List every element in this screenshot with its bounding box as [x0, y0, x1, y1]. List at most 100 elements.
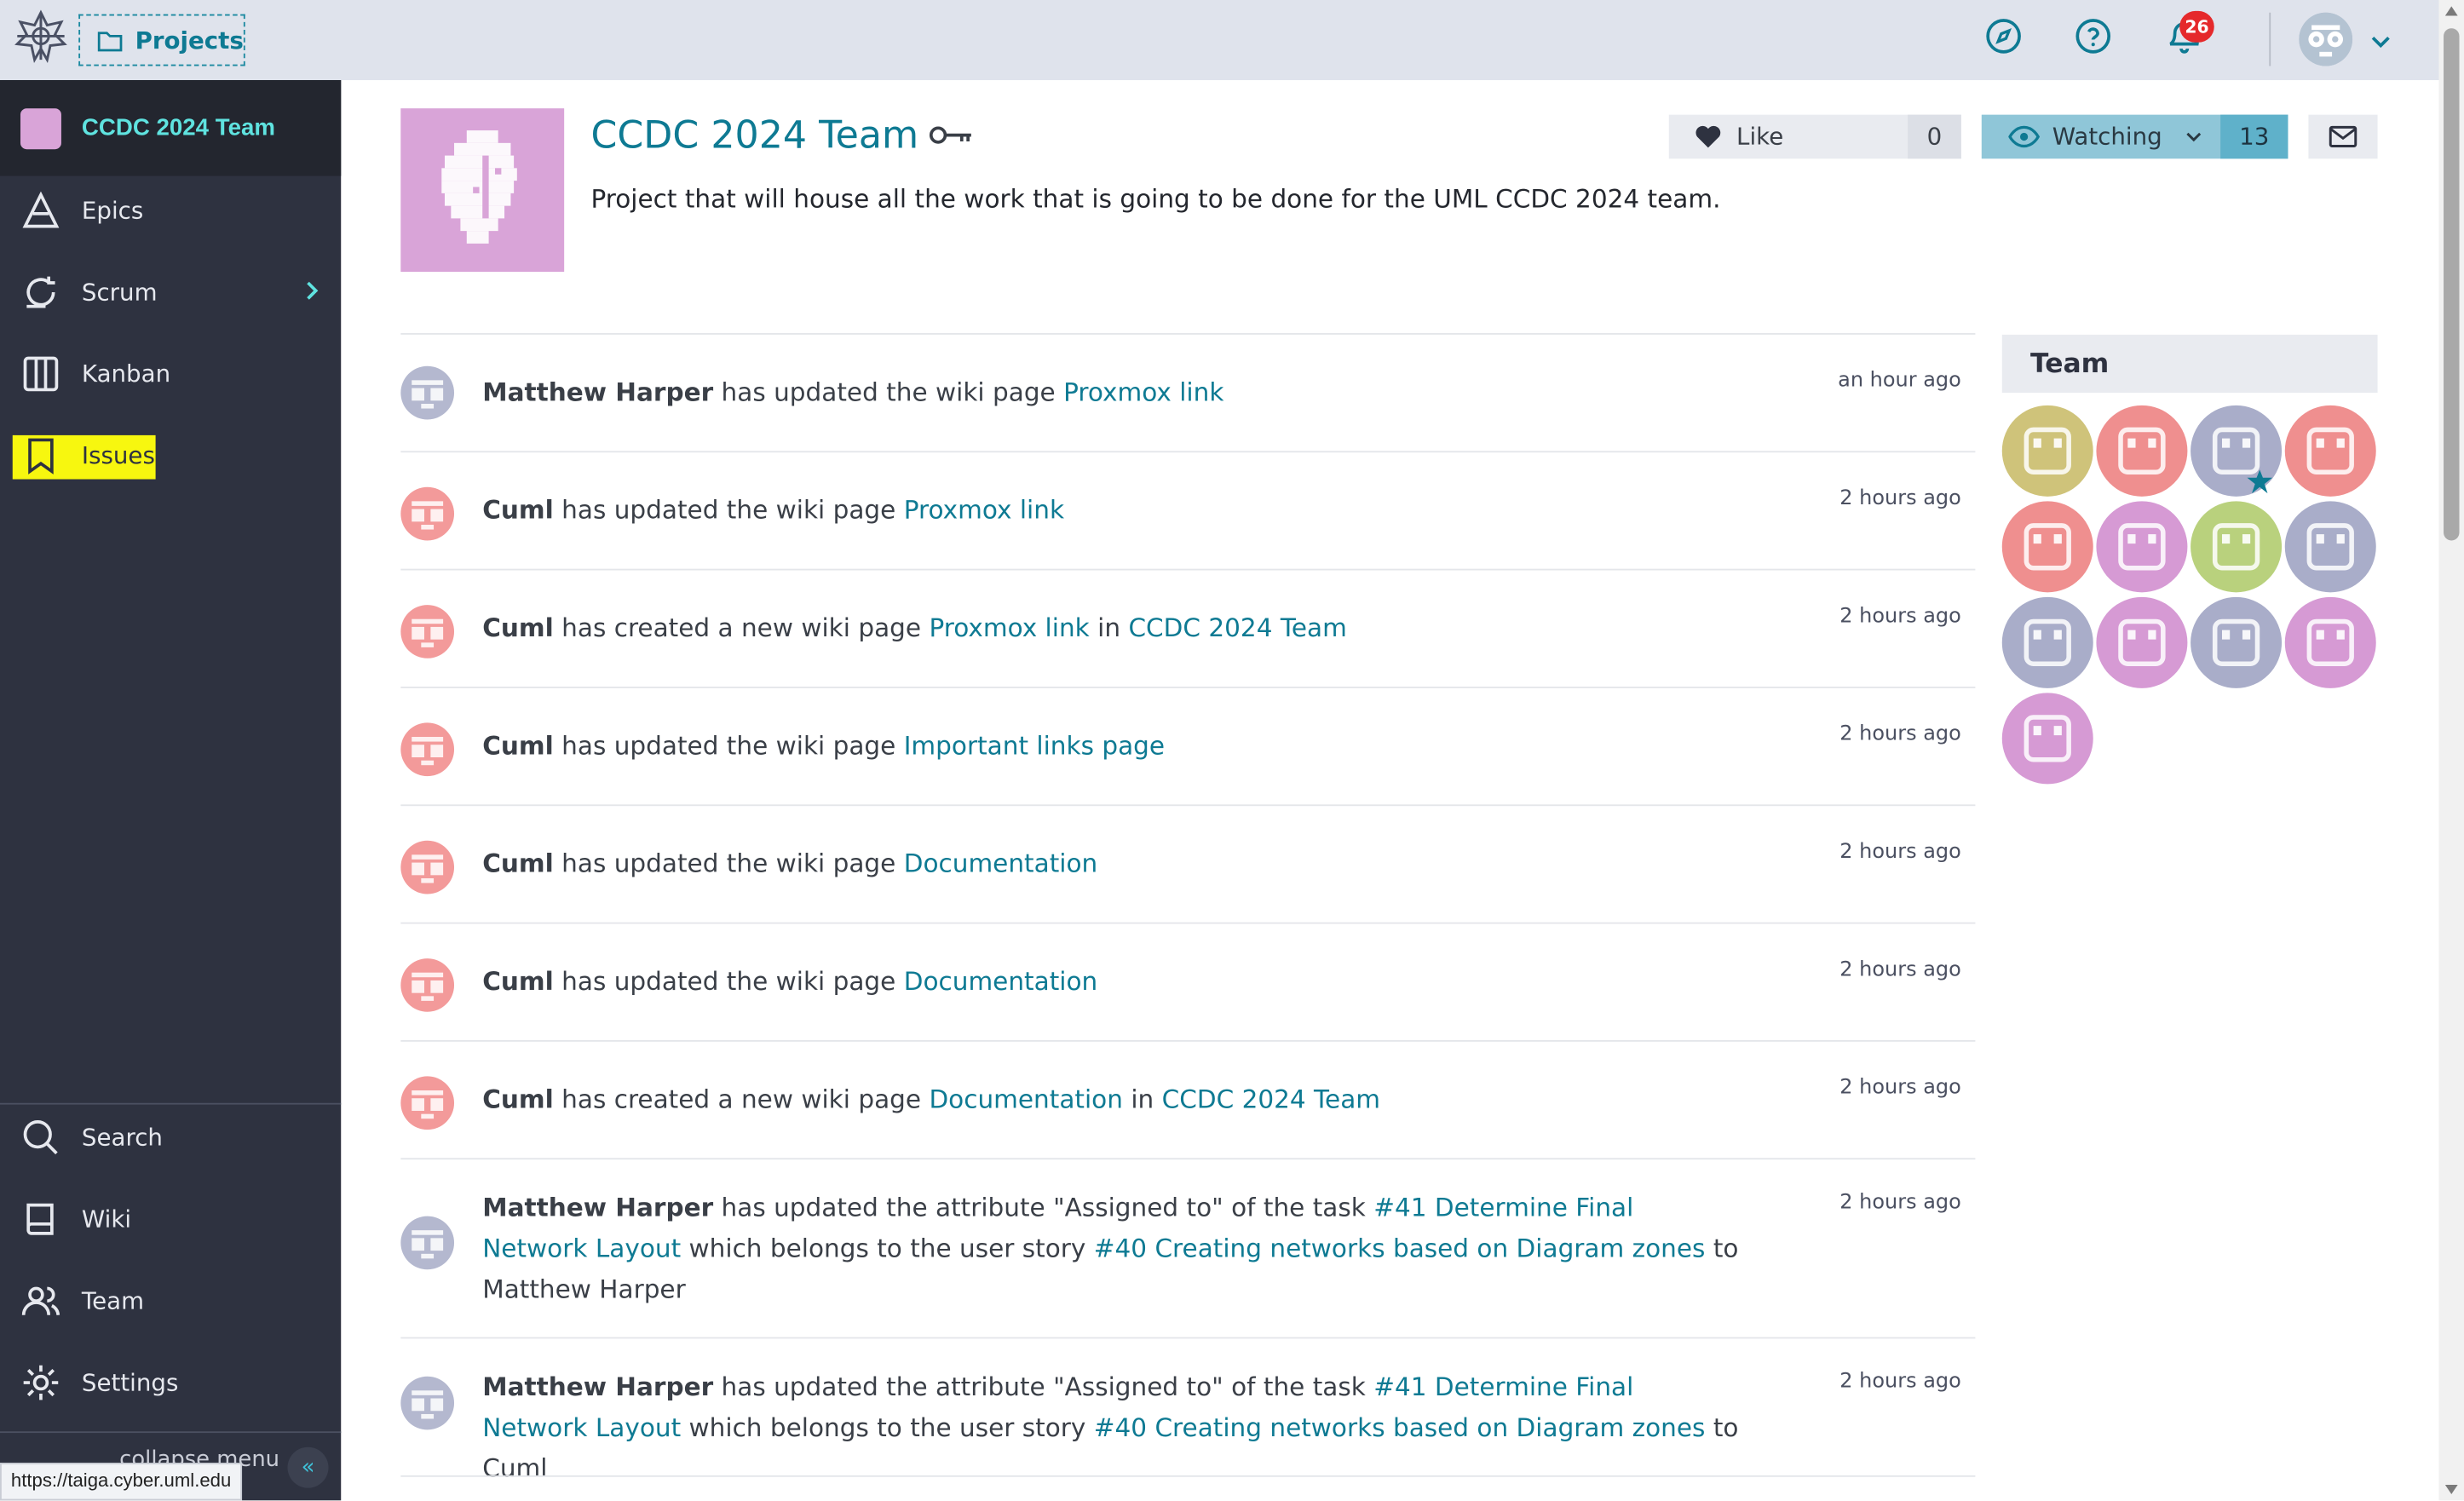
- timeline-item-link[interactable]: Documentation: [904, 966, 1097, 996]
- timeline-item-link[interactable]: Important links page: [904, 731, 1165, 761]
- timeline-entry: Cuml has updated the wiki page Documenta…: [400, 804, 1976, 922]
- timeline-user-link[interactable]: Matthew Harper: [482, 1193, 713, 1222]
- team-member-avatar[interactable]: [2001, 693, 2093, 785]
- timeline-timestamp: 2 hours ago: [1839, 840, 1961, 865]
- timeline-user-link[interactable]: Matthew Harper: [482, 1372, 713, 1401]
- timeline-entry: Cuml has updated the wiki page Important…: [400, 687, 1976, 804]
- timeline-connector-text: which belongs to the user story: [688, 1412, 1086, 1443]
- sidebar-item-issues[interactable]: Issues: [0, 423, 341, 488]
- team-member-avatar[interactable]: [2284, 405, 2376, 497]
- user-avatar[interactable]: [400, 958, 455, 1012]
- timeline-item-link[interactable]: Proxmox link: [1063, 377, 1223, 407]
- timeline-text: Matthew Harper has updated the attribute…: [482, 1367, 1740, 1490]
- sidebar-item-label: Issues: [81, 441, 155, 470]
- timeline-text: Cuml has updated the wiki page Documenta…: [482, 843, 1740, 884]
- timeline-user-link[interactable]: Cuml: [482, 966, 554, 996]
- sidebar-item-epics[interactable]: Epics: [0, 177, 341, 243]
- scroll-up-arrow[interactable]: [2444, 6, 2458, 16]
- sidebar-item-wiki[interactable]: Wiki: [0, 1187, 341, 1252]
- timeline-item-link[interactable]: Proxmox link: [904, 495, 1064, 525]
- timeline-action-text: has updated the attribute "Assigned to" …: [721, 1372, 1366, 1402]
- scroll-down-arrow[interactable]: [2444, 1484, 2458, 1495]
- timeline-user-link[interactable]: Cuml: [482, 495, 554, 525]
- team-member-avatar[interactable]: [2191, 501, 2283, 593]
- scrollbar-thumb[interactable]: [2444, 28, 2460, 541]
- team-member-avatar[interactable]: [2001, 596, 2093, 688]
- timeline-user-link[interactable]: Cuml: [482, 1084, 554, 1114]
- chevron-right-icon[interactable]: [300, 279, 322, 302]
- timeline-user-link[interactable]: Cuml: [482, 848, 554, 878]
- sidebar: CCDC 2024 Team Epics Scrum Kanban Issues…: [0, 80, 342, 1501]
- user-avatar[interactable]: [400, 486, 455, 541]
- timeline-divider: [400, 1475, 1976, 1477]
- team-member-avatar[interactable]: [2096, 405, 2188, 497]
- team-member-avatar[interactable]: [2001, 501, 2093, 593]
- timeline-user-link[interactable]: Cuml: [482, 731, 554, 761]
- timeline-user-link[interactable]: Matthew Harper: [482, 377, 713, 407]
- user-avatar[interactable]: [400, 840, 455, 894]
- bookmark-icon: [28, 438, 54, 474]
- projects-button[interactable]: Projects: [78, 14, 245, 66]
- timeline-action-text: has updated the wiki page: [561, 966, 896, 997]
- user-avatar[interactable]: [2299, 12, 2353, 66]
- page-scrollbar[interactable]: [2438, 0, 2464, 1501]
- team-heading: Team: [2001, 334, 2378, 394]
- like-count: 0: [1908, 114, 1961, 159]
- timeline-action-text: has updated the wiki page: [561, 848, 896, 879]
- folder-icon: [97, 32, 123, 52]
- key-icon: [929, 126, 970, 144]
- user-avatar[interactable]: [400, 1376, 455, 1430]
- timeline-item-link[interactable]: Documentation: [904, 848, 1097, 878]
- project-title[interactable]: CCDC 2024 Team: [590, 112, 971, 158]
- sidebar-item-label: Wiki: [81, 1205, 132, 1234]
- user-avatar[interactable]: [400, 1076, 455, 1130]
- team-member-avatar[interactable]: [2191, 596, 2283, 688]
- sidebar-item-settings[interactable]: Settings: [0, 1349, 341, 1415]
- like-button[interactable]: Like 0: [1668, 114, 1961, 159]
- watch-button[interactable]: Watching 13: [1981, 114, 2288, 159]
- timeline-timestamp: 2 hours ago: [1839, 1370, 1961, 1394]
- double-chevron-left-icon: «: [301, 1454, 315, 1481]
- timeline-item-link[interactable]: Proxmox link: [929, 612, 1089, 642]
- timeline-item-link[interactable]: CCDC 2024 Team: [1128, 612, 1346, 642]
- timeline-text: Cuml has updated the wiki page Important…: [482, 726, 1740, 767]
- chevron-down-icon[interactable]: [2369, 28, 2394, 54]
- team-icon: [21, 1286, 60, 1316]
- mail-icon: [2329, 125, 2357, 148]
- sidebar-item-team[interactable]: Team: [0, 1268, 341, 1333]
- timeline-action-text: has created a new wiki page: [561, 612, 922, 643]
- timeline-item-link[interactable]: #40 Creating networks based on Diagram z…: [1094, 1234, 1706, 1263]
- team-member-avatar[interactable]: [2096, 501, 2188, 593]
- epics-icon: [22, 191, 60, 228]
- sidebar-item-kanban[interactable]: Kanban: [0, 341, 341, 406]
- timeline-entry: Cuml has created a new wiki page Documen…: [400, 1039, 1976, 1158]
- sidebar-item-label: Scrum: [81, 278, 158, 307]
- project-title-text: CCDC 2024 Team: [590, 112, 919, 158]
- timeline-text: Cuml has updated the wiki page Proxmox l…: [482, 490, 1740, 531]
- timeline-entry: Cuml has created a new wiki page Proxmox…: [400, 568, 1976, 687]
- compass-icon[interactable]: [1984, 17, 2022, 55]
- logo-icon[interactable]: [14, 9, 68, 63]
- timeline-item-link[interactable]: CCDC 2024 Team: [1162, 1084, 1380, 1114]
- contact-project-button[interactable]: [2308, 114, 2378, 159]
- sidebar-project-header[interactable]: CCDC 2024 Team: [0, 80, 342, 176]
- timeline-user-link[interactable]: Cuml: [482, 612, 554, 642]
- search-icon: [23, 1120, 58, 1155]
- team-member-avatar[interactable]: [2096, 596, 2188, 688]
- timeline-item-link[interactable]: Documentation: [929, 1084, 1122, 1114]
- collapse-menu-button[interactable]: «: [287, 1446, 329, 1488]
- sidebar-item-label: Kanban: [81, 359, 171, 388]
- timeline-item-link[interactable]: #40 Creating networks based on Diagram z…: [1094, 1412, 1706, 1442]
- sidebar-item-scrum[interactable]: Scrum: [0, 259, 341, 325]
- timeline-entry: Cuml has updated the wiki page Documenta…: [400, 922, 1976, 1040]
- sidebar-item-search[interactable]: Search: [0, 1105, 341, 1170]
- timeline-timestamp: 2 hours ago: [1839, 605, 1961, 629]
- team-member-avatar[interactable]: [2284, 501, 2376, 593]
- user-avatar[interactable]: [400, 605, 455, 658]
- team-member-avatar[interactable]: [2284, 596, 2376, 688]
- user-avatar[interactable]: [400, 365, 455, 420]
- user-avatar[interactable]: [400, 722, 455, 777]
- team-member-avatar[interactable]: [2001, 405, 2093, 497]
- help-icon[interactable]: [2075, 17, 2112, 55]
- user-avatar[interactable]: [400, 1216, 455, 1270]
